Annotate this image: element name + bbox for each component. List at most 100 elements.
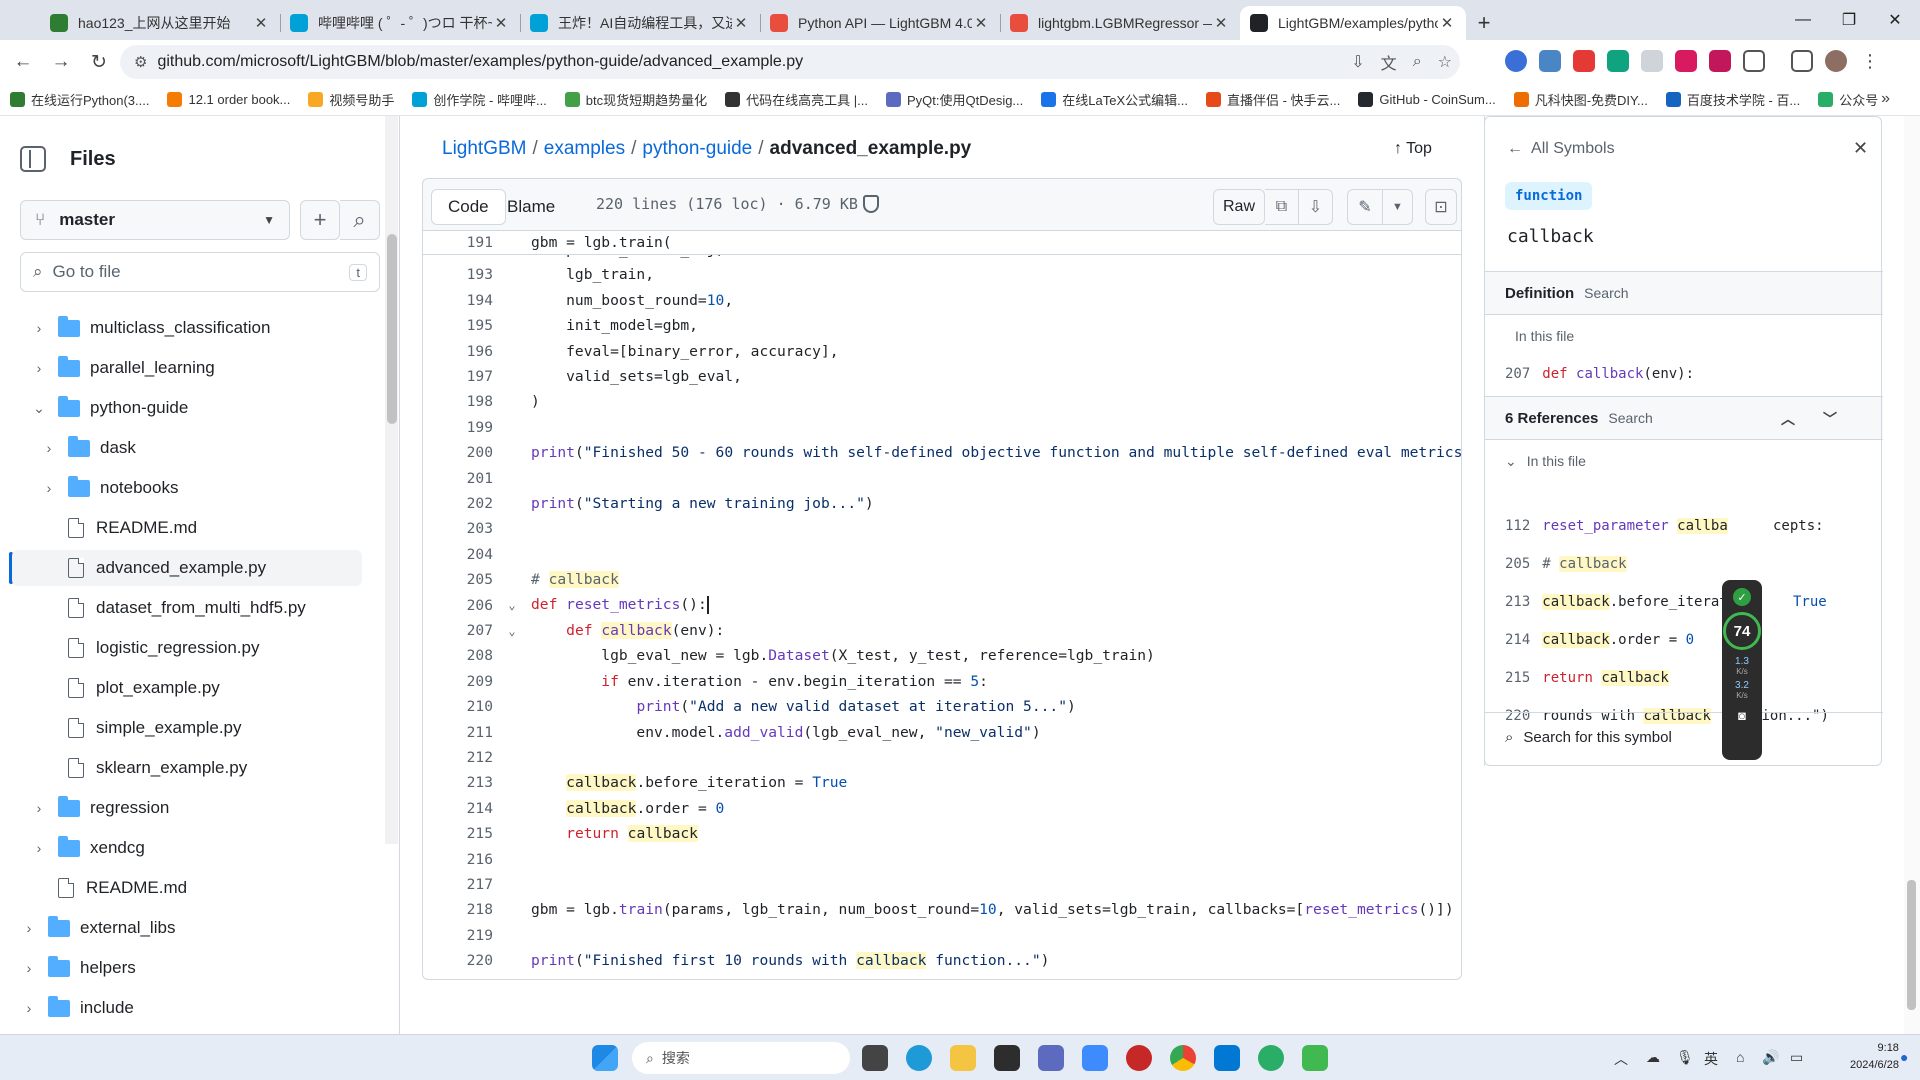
extension-icon[interactable]	[1641, 50, 1663, 72]
app-icon[interactable]	[1038, 1045, 1064, 1071]
line-number[interactable]: 209	[423, 673, 493, 690]
page-scrollbar-thumb[interactable]	[1907, 880, 1916, 1010]
bookmark-item[interactable]: GitHub - CoinSum...	[1358, 92, 1496, 107]
bookmark-item[interactable]: 公众号	[1818, 90, 1878, 109]
camera-icon[interactable]: ◙	[1738, 708, 1746, 723]
collapse-panel-icon[interactable]	[20, 146, 46, 172]
new-tab-button[interactable]: +	[1466, 6, 1502, 40]
line-number[interactable]: 197	[423, 368, 493, 385]
line-number[interactable]: 195	[423, 317, 493, 334]
line-number[interactable]: 199	[423, 419, 493, 436]
close-tab-icon[interactable]: ✕	[1438, 14, 1456, 32]
close-tab-icon[interactable]: ✕	[252, 14, 270, 32]
add-file-button[interactable]: +	[300, 200, 340, 240]
avatar[interactable]	[1825, 50, 1847, 72]
close-window-icon[interactable]: ✕	[1872, 0, 1918, 40]
tree-folder[interactable]: ⌄ python-guide	[0, 390, 384, 426]
line-number[interactable]: 200	[423, 444, 493, 461]
taskbar-search[interactable]: ⌕ 搜索	[632, 1042, 850, 1074]
tree-folder[interactable]: › parallel_learning	[0, 350, 384, 386]
chevron-right-icon[interactable]: ›	[22, 1000, 36, 1016]
extension-icon[interactable]	[1539, 50, 1561, 72]
close-icon[interactable]: ✕	[1853, 138, 1868, 159]
line-number[interactable]: 198	[423, 393, 493, 410]
app-icon[interactable]	[1126, 1045, 1152, 1071]
breadcrumb-python-guide[interactable]: python-guide	[642, 138, 752, 159]
tree-scrollbar-thumb[interactable]	[387, 234, 397, 424]
chevron-right-icon[interactable]: ›	[32, 320, 46, 336]
line-number[interactable]: 220	[423, 952, 493, 969]
branch-selector[interactable]: ⑂ master ▼	[20, 200, 290, 240]
tree-folder[interactable]: › xendcg	[0, 830, 384, 866]
tree-file[interactable]: simple_example.py	[0, 710, 384, 746]
browser-tab[interactable]: lightgbm.LGBMRegressor — ✕	[1000, 6, 1240, 40]
tree-folder[interactable]: › helpers	[0, 950, 384, 986]
line-number[interactable]: 218	[423, 901, 493, 918]
chevron-right-icon[interactable]: ›	[32, 360, 46, 376]
browser-tab[interactable]: Python API — LightGBM 4.0.0 ✕	[760, 6, 1000, 40]
chevron-right-icon[interactable]: ›	[22, 920, 36, 936]
chevron-right-icon[interactable]: ›	[22, 960, 36, 976]
forward-icon[interactable]: →	[46, 47, 76, 77]
bookmark-item[interactable]: 百度技术学院 - 百...	[1665, 90, 1800, 109]
line-number[interactable]: 205	[423, 571, 493, 588]
copy-icon[interactable]: ⧉	[1265, 189, 1299, 225]
tree-folder[interactable]: › dask	[0, 430, 384, 466]
edit-dropdown-icon[interactable]: ▼	[1383, 189, 1413, 225]
line-number[interactable]: 207	[423, 622, 493, 639]
go-to-file-input[interactable]: ⌕ Go to file t	[20, 252, 380, 292]
translate-icon[interactable]: 文	[1381, 50, 1397, 74]
tree-file[interactable]: sklearn_example.py	[0, 750, 384, 786]
bookmark-item[interactable]: 创作学院 - 哔哩哔...	[412, 90, 547, 109]
extension-icon[interactable]	[1607, 50, 1629, 72]
chrome-icon[interactable]	[1170, 1045, 1196, 1071]
breadcrumb-repo[interactable]: LightGBM	[442, 138, 526, 159]
line-number[interactable]: 213	[423, 774, 493, 791]
tree-folder[interactable]: › multiclass_classification	[0, 310, 384, 346]
line-number[interactable]: 216	[423, 851, 493, 868]
chevron-down-icon[interactable]: ⌄	[32, 400, 46, 417]
breadcrumb-examples[interactable]: examples	[544, 138, 625, 159]
line-number[interactable]: 219	[423, 927, 493, 944]
raw-button[interactable]: Raw	[1213, 189, 1265, 225]
back-icon[interactable]: ←	[8, 47, 38, 77]
search-button[interactable]: ⌕	[340, 200, 380, 240]
microphone-icon[interactable]: 🎙	[1676, 1049, 1694, 1066]
extension-icon[interactable]	[1675, 50, 1697, 72]
app-icon[interactable]	[1302, 1045, 1328, 1071]
references-search-link[interactable]: Search	[1608, 410, 1652, 426]
reload-icon[interactable]: ↻	[84, 47, 114, 77]
browser-tab[interactable]: LightGBM/examples/python ✕	[1240, 6, 1466, 40]
extension-icon[interactable]	[1505, 50, 1527, 72]
clock[interactable]: 9:18 2024/6/28	[1850, 1040, 1899, 1074]
close-tab-icon[interactable]: ✕	[492, 14, 510, 32]
edit-pencil-icon[interactable]: ✎	[1347, 189, 1383, 225]
line-number[interactable]: 206	[423, 597, 493, 614]
tree-file[interactable]: README.md	[0, 870, 384, 906]
browser-tab[interactable]: hao123_上网从这里开始 ✕	[40, 6, 280, 40]
volume-icon[interactable]: 🔊	[1762, 1049, 1779, 1066]
tree-file[interactable]: dataset_from_multi_hdf5.py	[0, 590, 384, 626]
bookmark-item[interactable]: 代码在线高亮工具 |...	[725, 90, 868, 109]
symbols-panel-icon[interactable]: ⊡	[1425, 189, 1457, 225]
tree-folder[interactable]: › notebooks	[0, 470, 384, 506]
tree-file[interactable]: logistic_regression.py	[0, 630, 384, 666]
line-number[interactable]: 202	[423, 495, 493, 512]
cloud-icon[interactable]: ☁	[1646, 1049, 1660, 1066]
tree-file[interactable]: advanced_example.py	[12, 550, 362, 586]
network-monitor-widget[interactable]: ✓ 74 1.3 K/s 3.2 K/s ◙	[1722, 580, 1762, 760]
fold-chevron-icon[interactable]: ⌄	[493, 598, 531, 612]
chevron-right-icon[interactable]: ›	[42, 480, 56, 496]
bookmark-star-icon[interactable]: ☆	[1438, 52, 1452, 72]
close-tab-icon[interactable]: ✕	[732, 14, 750, 32]
bookmark-item[interactable]: 在线LaTeX公式编辑...	[1041, 90, 1188, 109]
bookmark-item[interactable]: 凡科快图-免费DIY...	[1513, 90, 1648, 109]
site-info-icon[interactable]: ⚙	[134, 53, 147, 71]
line-number[interactable]: 214	[423, 800, 493, 817]
restore-icon[interactable]: ❐	[1826, 0, 1872, 40]
line-number[interactable]: 193	[423, 266, 493, 283]
line-number[interactable]: 204	[423, 546, 493, 563]
line-number[interactable]: 217	[423, 876, 493, 893]
url-input[interactable]: ⚙ github.com/microsoft/LightGBM/blob/mas…	[120, 45, 1460, 79]
tab-blame[interactable]: Blame	[491, 189, 571, 225]
